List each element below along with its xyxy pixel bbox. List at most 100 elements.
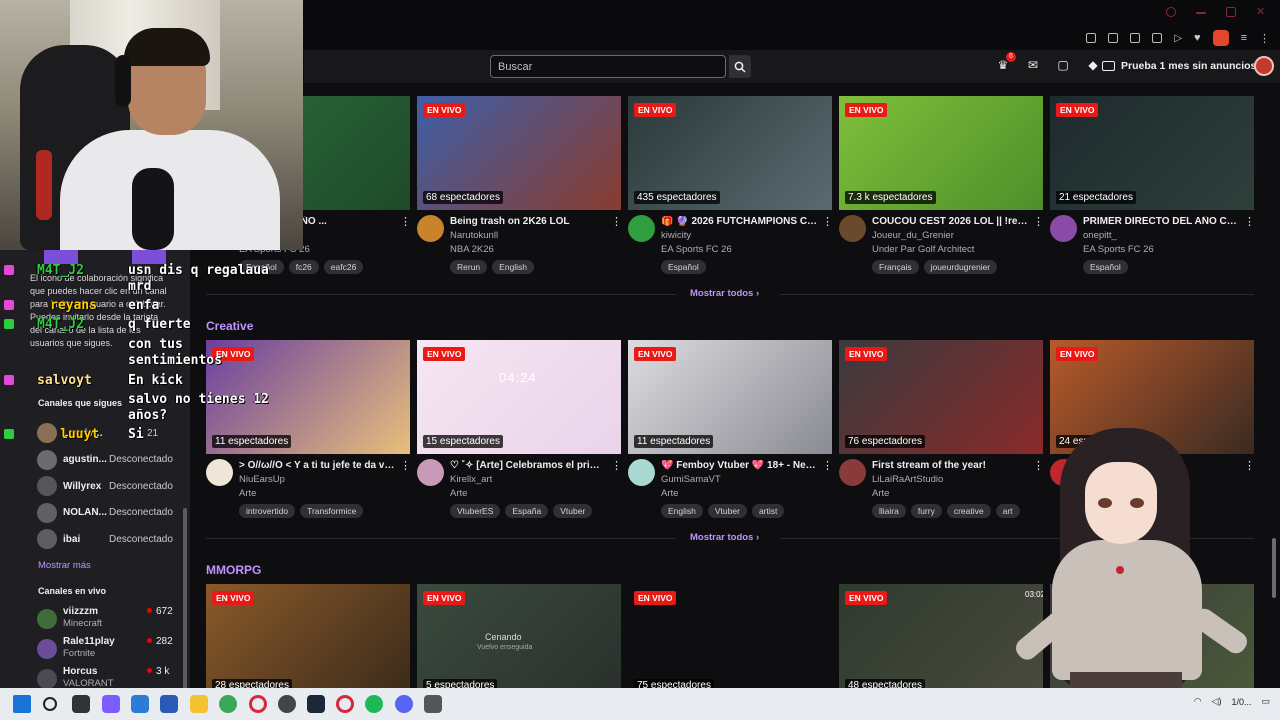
steam-app-icon[interactable] — [307, 695, 325, 713]
channel-name[interactable]: Joueur_du_Grenier — [872, 230, 954, 241]
stream-title[interactable]: 💖 Femboy Vtuber 💖 18+ - New... — [661, 460, 819, 471]
start-icon[interactable] — [13, 695, 31, 713]
stream-thumbnail[interactable]: EN VIVO 5 espectadores Cenando Vuelvo enseg… — [417, 584, 621, 688]
tag-chip[interactable]: Transformice — [300, 504, 364, 518]
tag-chip[interactable]: artist — [751, 504, 785, 518]
heart-icon[interactable]: ♥ — [1194, 32, 1201, 44]
tag-chip[interactable]: English — [661, 504, 703, 518]
folder-icon[interactable] — [190, 695, 208, 713]
stream-thumbnail[interactable]: EN VIVO 28 espectadores — [206, 584, 410, 688]
stream-card[interactable]: EN VIVO 7.3 k espectadores COUCOU CEST 202… — [839, 96, 1044, 281]
chat-username[interactable]: reyans — [50, 298, 97, 313]
stream-title[interactable]: PRIMER DIRECTO DEL AÑO CLU... — [1083, 216, 1241, 227]
tag-chip[interactable]: Español — [661, 260, 706, 274]
whispers-icon[interactable]: ▢ — [1056, 58, 1070, 72]
more-options-icon[interactable]: ⋮ — [1244, 215, 1255, 228]
stream-thumbnail[interactable]: EN VIVO 11 espectadores — [628, 340, 832, 454]
crown-icon[interactable]: ♛ 6 — [996, 52, 1016, 72]
followed-channel[interactable]: ibai Desconectado — [37, 528, 187, 550]
channel-name[interactable]: Kirellx_art — [450, 474, 492, 485]
followed-channel[interactable]: agustin... Desconectado — [37, 449, 187, 471]
show-more-link[interactable]: Mostrar más — [38, 560, 91, 571]
stream-title[interactable]: COUCOU CEST 2026 LOL || !rez... — [872, 216, 1030, 227]
game-name[interactable]: Arte — [450, 488, 467, 499]
live-channel[interactable]: viizzzm Minecraft 672 — [37, 606, 187, 632]
game-name[interactable]: EA Sports FC 26 — [661, 244, 732, 255]
game-name[interactable]: Under Par Golf Architect — [872, 244, 974, 255]
search-field[interactable] — [490, 55, 726, 78]
stream-thumbnail[interactable]: EN VIVO 21 espectadores — [1050, 96, 1254, 210]
tag-chip[interactable]: VtuberES — [450, 504, 501, 518]
user-avatar[interactable] — [1254, 56, 1274, 76]
clock[interactable]: 1/0... — [1231, 697, 1251, 707]
chat-username[interactable]: M4T_J2 — [37, 263, 84, 278]
channel-avatar[interactable] — [628, 459, 655, 486]
tag-chip[interactable]: Rerun — [450, 260, 488, 274]
extension-avatar-icon[interactable] — [1212, 30, 1229, 46]
channel-name[interactable]: NiuEarsUp — [239, 474, 285, 485]
more-icon[interactable]: ⋮ — [1259, 32, 1270, 45]
opera-icon[interactable] — [249, 695, 267, 713]
list-icon[interactable]: ≡ — [1241, 32, 1247, 44]
search-input[interactable] — [491, 56, 725, 77]
stream-card[interactable]: EN VIVO 11 espectadores 💖 Femboy Vtuber 💖 … — [628, 340, 833, 525]
tag-chip[interactable]: Français — [872, 260, 919, 274]
tag-chip[interactable]: lliaira — [872, 504, 906, 518]
copilot-icon[interactable] — [102, 695, 120, 713]
search-icon[interactable] — [1166, 7, 1176, 17]
play-icon[interactable]: ▷ — [1174, 33, 1182, 44]
followed-channel[interactable]: Willyrex Desconectado — [37, 475, 187, 497]
channel-avatar[interactable] — [417, 459, 444, 486]
game-name[interactable]: Arte — [661, 488, 678, 499]
stream-thumbnail[interactable]: EN VIVO 68 espectadores — [417, 96, 621, 210]
close-button[interactable]: ✕ — [1256, 7, 1266, 18]
try-ad-free-button[interactable]: Prueba 1 mes sin anuncios — [1102, 56, 1256, 76]
channel-avatar[interactable] — [628, 215, 655, 242]
channel-name[interactable]: kiwicity — [661, 230, 691, 241]
channel-name[interactable]: LiLaiRaArtStudio — [872, 474, 943, 485]
channel-avatar[interactable] — [839, 459, 866, 486]
more-options-icon[interactable]: ⋮ — [611, 459, 622, 472]
stream-title[interactable]: ♡ ˚✧ [Arte] Celebramos el prime... — [450, 460, 608, 471]
stream-title[interactable]: > Ò//ω//Ó < Y a ti tu jefe te da va... — [239, 460, 397, 471]
chat-username[interactable]: salvoyt — [37, 373, 92, 388]
bits-icon[interactable]: ◆ — [1086, 58, 1100, 72]
word-icon[interactable] — [160, 695, 178, 713]
tag-chip[interactable]: joueurdugrenier — [923, 260, 998, 274]
game-name[interactable]: EA Sports FC 26 — [1083, 244, 1154, 255]
tag-chip[interactable]: Vtuber — [553, 504, 593, 518]
tag-chip[interactable]: fc26 — [288, 260, 319, 274]
chat-username[interactable]: M4T_J2 — [37, 317, 84, 332]
snapshot-icon[interactable] — [1108, 33, 1119, 43]
store-icon[interactable] — [131, 695, 149, 713]
stream-card[interactable]: EN VIVO 68 espectadores Being trash on 2K2… — [417, 96, 622, 281]
chrome-icon[interactable] — [219, 695, 237, 713]
volume-icon[interactable]: ◁) — [1212, 696, 1222, 707]
channel-avatar[interactable] — [1050, 215, 1077, 242]
maximize-button[interactable] — [1226, 7, 1236, 17]
stream-title[interactable]: 🎁 🔮 2026 FUTCHAMPIONS CO... — [661, 216, 819, 227]
tag-chip[interactable]: eafc26 — [323, 260, 364, 274]
more-options-icon[interactable]: ⋮ — [822, 215, 833, 228]
chat-username[interactable]: luuyt — [60, 427, 99, 442]
stream-card[interactable]: EN VIVO 15 espectadores 04:24 ♡ ˚✧ [Arte] C… — [417, 340, 622, 525]
tag-chip[interactable]: Español — [1083, 260, 1128, 274]
inbox-icon[interactable]: ✉ — [1026, 58, 1040, 72]
stream-card[interactable]: EN VIVO 75 espectadores — [628, 584, 832, 688]
more-options-icon[interactable]: ⋮ — [400, 215, 411, 228]
game-name[interactable]: NBA 2K26 — [450, 244, 494, 255]
tag-chip[interactable]: España — [505, 504, 549, 518]
channel-avatar[interactable] — [206, 459, 233, 486]
stream-thumbnail[interactable]: EN VIVO 7.3 k espectadores — [839, 96, 1043, 210]
live-channel[interactable]: Rale11play Fortnite 282 — [37, 636, 187, 662]
steam-icon[interactable] — [278, 695, 296, 713]
discord-icon[interactable] — [395, 695, 413, 713]
pin-icon[interactable] — [1086, 33, 1097, 43]
channel-avatar[interactable] — [417, 215, 444, 242]
search-icon[interactable] — [43, 697, 57, 711]
camera-icon[interactable] — [1152, 33, 1163, 43]
more-options-icon[interactable]: ⋮ — [822, 459, 833, 472]
show-all-button[interactable]: Mostrar todos › — [690, 288, 759, 299]
tag-chip[interactable]: English — [492, 260, 535, 274]
followed-channel[interactable]: NOLAN... Desconectado — [37, 502, 187, 524]
